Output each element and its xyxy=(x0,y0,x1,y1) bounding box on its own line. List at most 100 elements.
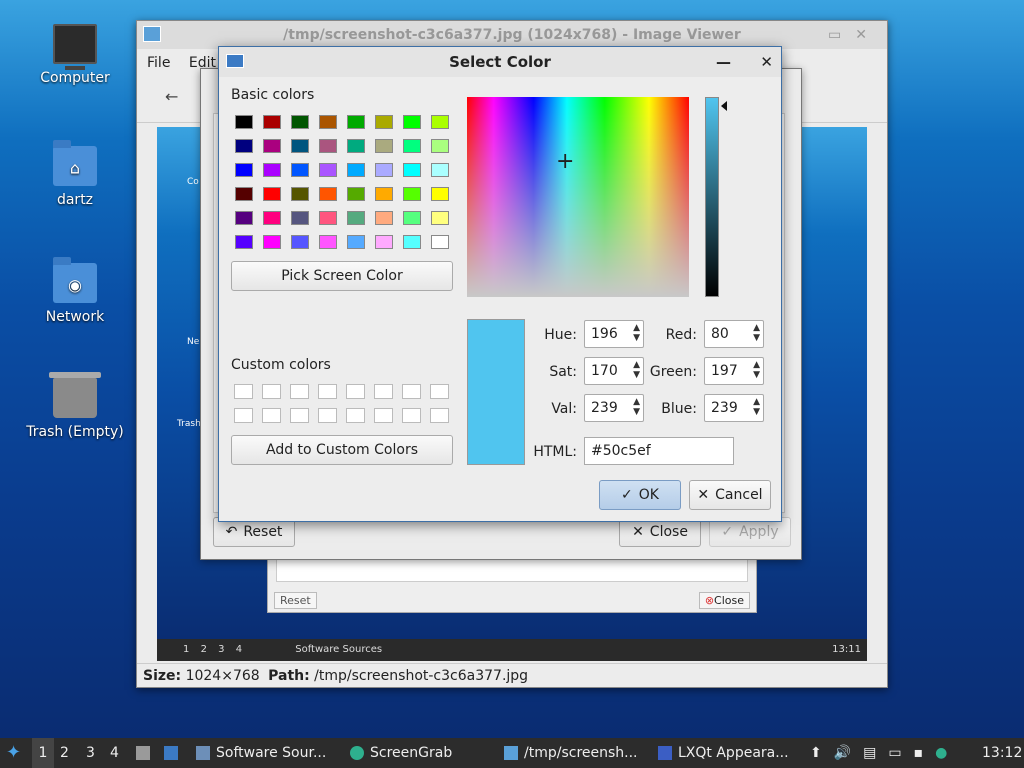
minimize-icon[interactable]: — xyxy=(716,47,731,77)
red-spinbox[interactable]: 80 ▲ ▼ xyxy=(704,320,764,348)
basic-color-swatch[interactable] xyxy=(235,115,253,129)
custom-color-slot[interactable] xyxy=(374,408,393,423)
hue-saturation-picker[interactable] xyxy=(467,97,689,297)
basic-color-swatch[interactable] xyxy=(291,211,309,225)
basic-color-swatch[interactable] xyxy=(375,115,393,129)
basic-color-swatch[interactable] xyxy=(431,187,449,201)
basic-color-swatch[interactable] xyxy=(235,163,253,177)
workspace-4[interactable]: 4 xyxy=(110,738,119,768)
basic-color-swatch[interactable] xyxy=(431,163,449,177)
file-manager-icon[interactable] xyxy=(136,738,150,768)
basic-color-swatch[interactable] xyxy=(375,211,393,225)
custom-color-slot[interactable] xyxy=(318,408,337,423)
clipboard-icon[interactable]: ▤ xyxy=(863,738,876,768)
task-lxqt-appearance[interactable]: LXQt Appeara... xyxy=(658,738,789,768)
basic-color-swatch[interactable] xyxy=(403,139,421,153)
basic-color-swatch[interactable] xyxy=(263,235,281,249)
custom-color-slot[interactable] xyxy=(346,384,365,399)
desktop-icon-home[interactable]: ⌂ dartz xyxy=(20,140,130,208)
spin-arrows-icon[interactable]: ▲ ▼ xyxy=(633,397,640,417)
workspace-3[interactable]: 3 xyxy=(86,738,95,768)
image-viewer-titlebar[interactable]: /tmp/screenshot-c3c6a377.jpg (1024x768) … xyxy=(137,21,887,49)
desktop-icon-computer[interactable]: Computer xyxy=(20,24,130,86)
desktop-icon-network[interactable]: ◉ Network xyxy=(20,257,130,325)
basic-color-swatch[interactable] xyxy=(263,163,281,177)
basic-color-swatch[interactable] xyxy=(347,139,365,153)
basic-color-swatch[interactable] xyxy=(235,211,253,225)
custom-color-slot[interactable] xyxy=(430,384,449,399)
basic-color-swatch[interactable] xyxy=(347,211,365,225)
custom-color-slot[interactable] xyxy=(262,408,281,423)
close-icon[interactable]: ✕ xyxy=(760,47,773,77)
custom-color-slot[interactable] xyxy=(290,408,309,423)
window-controls[interactable]: ▭✕ xyxy=(828,21,881,49)
workspace-2[interactable]: 2 xyxy=(60,738,69,768)
basic-color-swatch[interactable] xyxy=(319,139,337,153)
custom-color-slot[interactable] xyxy=(374,384,393,399)
updates-icon[interactable]: ⬆ xyxy=(810,738,822,768)
volume-icon[interactable]: 🔊 xyxy=(834,738,851,768)
task-image-viewer[interactable]: /tmp/screensh... xyxy=(504,738,638,768)
basic-color-swatch[interactable] xyxy=(375,187,393,201)
custom-color-slot[interactable] xyxy=(318,384,337,399)
custom-color-slot[interactable] xyxy=(262,384,281,399)
basic-color-swatch[interactable] xyxy=(263,115,281,129)
custom-color-slot[interactable] xyxy=(290,384,309,399)
spin-arrows-icon[interactable]: ▲ ▼ xyxy=(753,323,760,343)
menu-file[interactable]: File xyxy=(147,55,170,71)
basic-color-swatch[interactable] xyxy=(403,187,421,201)
basic-color-swatch[interactable] xyxy=(291,163,309,177)
value-slider-handle-icon[interactable] xyxy=(721,101,727,111)
custom-color-slot[interactable] xyxy=(402,384,421,399)
custom-color-slot[interactable] xyxy=(234,384,253,399)
spin-arrows-icon[interactable]: ▲ ▼ xyxy=(633,323,640,343)
show-desktop-icon[interactable] xyxy=(164,738,178,768)
custom-color-slot[interactable] xyxy=(402,408,421,423)
basic-color-swatch[interactable] xyxy=(403,115,421,129)
basic-color-swatch[interactable] xyxy=(235,187,253,201)
basic-color-swatch[interactable] xyxy=(263,139,281,153)
basic-color-swatch[interactable] xyxy=(291,139,309,153)
pick-screen-color-button[interactable]: Pick Screen Color xyxy=(231,261,453,291)
green-spinbox[interactable]: 197 ▲ ▼ xyxy=(704,357,764,385)
hue-spinbox[interactable]: 196 ▲ ▼ xyxy=(584,320,644,348)
basic-color-swatch[interactable] xyxy=(291,235,309,249)
network-icon[interactable]: ▭ xyxy=(888,738,901,768)
screengrab-tray-icon[interactable]: ● xyxy=(935,738,947,768)
custom-color-slot[interactable] xyxy=(430,408,449,423)
basic-color-swatch[interactable] xyxy=(431,115,449,129)
dialog-titlebar[interactable]: Select Color — ✕ xyxy=(219,47,781,77)
basic-color-swatch[interactable] xyxy=(431,139,449,153)
notification-icon[interactable]: ▪ xyxy=(914,738,924,768)
html-color-input[interactable]: #50c5ef xyxy=(584,437,734,465)
basic-color-swatch[interactable] xyxy=(319,163,337,177)
val-spinbox[interactable]: 239 ▲ ▼ xyxy=(584,394,644,422)
basic-color-swatch[interactable] xyxy=(375,139,393,153)
custom-color-slot[interactable] xyxy=(346,408,365,423)
basic-color-swatch[interactable] xyxy=(235,235,253,249)
basic-color-swatch[interactable] xyxy=(375,163,393,177)
ok-button[interactable]: ✓ OK xyxy=(599,480,681,510)
back-arrow-icon[interactable]: ← xyxy=(165,87,178,106)
spin-arrows-icon[interactable]: ▲ ▼ xyxy=(753,360,760,380)
add-custom-colors-button[interactable]: Add to Custom Colors xyxy=(231,435,453,465)
clock[interactable]: 13:12 xyxy=(982,738,1022,768)
basic-color-swatch[interactable] xyxy=(347,115,365,129)
custom-color-slot[interactable] xyxy=(234,408,253,423)
spin-arrows-icon[interactable]: ▲ ▼ xyxy=(753,397,760,417)
basic-color-swatch[interactable] xyxy=(291,187,309,201)
cancel-button[interactable]: ✕ Cancel xyxy=(689,480,771,510)
basic-color-swatch[interactable] xyxy=(319,235,337,249)
basic-color-swatch[interactable] xyxy=(347,187,365,201)
basic-color-swatch[interactable] xyxy=(375,235,393,249)
desktop-icon-trash[interactable]: Trash (Empty) xyxy=(20,372,130,440)
basic-color-swatch[interactable] xyxy=(291,115,309,129)
basic-color-swatch[interactable] xyxy=(403,235,421,249)
basic-color-swatch[interactable] xyxy=(235,139,253,153)
blue-spinbox[interactable]: 239 ▲ ▼ xyxy=(704,394,764,422)
basic-color-swatch[interactable] xyxy=(319,211,337,225)
task-screengrab[interactable]: ScreenGrab xyxy=(350,738,452,768)
value-slider[interactable] xyxy=(705,97,719,297)
basic-color-swatch[interactable] xyxy=(403,211,421,225)
basic-color-swatch[interactable] xyxy=(431,211,449,225)
